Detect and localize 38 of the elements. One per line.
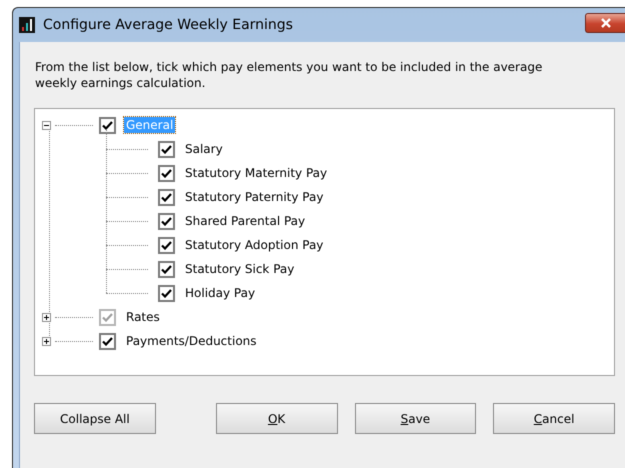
dialog-button[interactable]: Collapse All: [34, 403, 156, 434]
tree-item[interactable]: Statutory Adoption Pay: [183, 237, 326, 253]
dialog-button[interactable]: Save: [354, 403, 476, 434]
checkmark-icon: [102, 120, 113, 130]
expand-icon[interactable]: [42, 336, 51, 346]
instruction-text: From the list below, tick which pay elements you want to be included in the average weekly earnings calculation.: [35, 59, 544, 91]
tree-item[interactable]: Holiday Pay: [183, 285, 258, 301]
checkbox[interactable]: [158, 188, 175, 206]
window-title: Configure Average Weekly Earnings: [43, 17, 293, 33]
checkmark-icon: [161, 216, 172, 226]
dialog-button[interactable]: Cancel: [493, 403, 615, 434]
checkmark-icon: [161, 144, 172, 154]
dialog-button[interactable]: OK: [216, 403, 338, 434]
close-icon: [600, 18, 612, 28]
checkbox[interactable]: [158, 164, 175, 182]
tree-item[interactable]: Statutory Paternity Pay: [183, 189, 326, 205]
tree-item[interactable]: Salary: [183, 141, 225, 157]
checkbox[interactable]: [158, 260, 175, 278]
checkbox[interactable]: [158, 236, 175, 254]
tree-item[interactable]: Payments/Deductions: [124, 333, 259, 349]
checkmark-icon: [102, 312, 113, 322]
collapse-icon[interactable]: [42, 120, 51, 130]
checkmark-icon: [161, 192, 172, 202]
close-button[interactable]: [585, 13, 625, 33]
bar-chart-icon: [19, 17, 35, 33]
checkmark-icon: [161, 264, 172, 274]
checkmark-icon: [161, 288, 172, 298]
checkbox[interactable]: [158, 140, 175, 158]
tree-item[interactable]: Statutory Maternity Pay: [183, 165, 330, 181]
checkbox[interactable]: [158, 284, 175, 302]
tree-item[interactable]: Shared Parental Pay: [183, 213, 308, 229]
checkbox[interactable]: [99, 332, 116, 350]
checkmark-icon: [161, 240, 172, 250]
checkmark-icon: [161, 168, 172, 178]
checkbox[interactable]: [99, 116, 116, 134]
checkmark-icon: [102, 336, 113, 346]
tree-item[interactable]: Statutory Sick Pay: [183, 261, 296, 277]
checkbox[interactable]: [158, 212, 175, 230]
